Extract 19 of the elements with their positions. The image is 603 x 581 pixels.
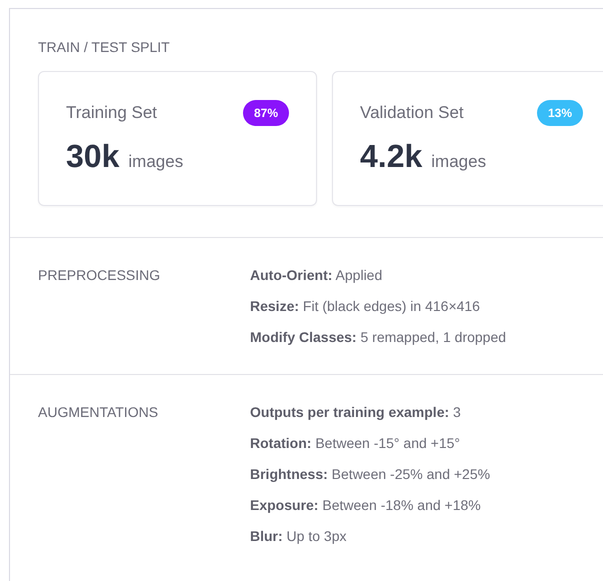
setting-line: Outputs per training example: 3	[250, 403, 462, 422]
setting-line: Auto-Orient: Applied	[250, 266, 384, 285]
card-title: Training Set	[66, 102, 158, 124]
setting-line: Resize: Fit (black edges) in 416×416	[250, 297, 481, 316]
stat-value: 30k	[66, 137, 120, 176]
card-title: Validation Set	[360, 102, 464, 124]
percent-badge: 87%	[242, 100, 289, 126]
stat-unit: images	[431, 151, 486, 173]
section-heading: PREPROCESSING	[38, 266, 162, 285]
section-heading: TRAIN / TEST SPLIT	[38, 38, 171, 56]
setting-line: Blur: Up to 3px	[250, 527, 348, 546]
percent-badge: 13%	[536, 100, 583, 126]
setting-line: Rotation: Between -15° and +15°	[250, 434, 462, 453]
setting-line: Brightness: Between -25% and +25%	[250, 465, 490, 484]
setting-line: Exposure: Between -18% and +18%	[250, 496, 482, 515]
stat-value: 4.2k	[360, 137, 422, 176]
setting-line: Modify Classes: 5 remapped, 1 dropped	[250, 328, 506, 347]
stat-unit: images	[128, 151, 184, 173]
section-heading: AUGMENTATIONS	[38, 403, 160, 422]
